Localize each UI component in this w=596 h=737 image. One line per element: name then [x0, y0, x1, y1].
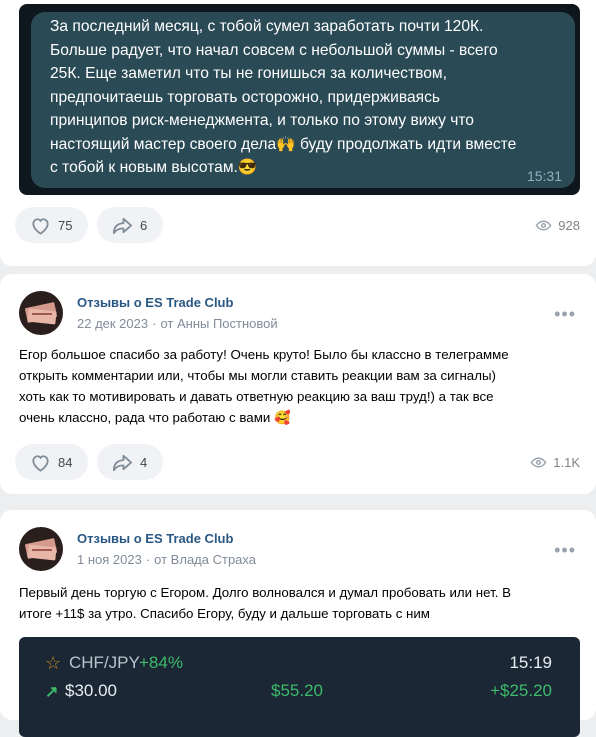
more-options-icon[interactable]: •••: [554, 540, 576, 561]
like-button[interactable]: 75: [15, 207, 88, 243]
banknote-graphic: [27, 308, 57, 325]
avatar[interactable]: [19, 291, 63, 335]
like-button[interactable]: 84: [15, 444, 88, 480]
share-button[interactable]: 4: [97, 444, 163, 480]
group-name-link[interactable]: Отзывы о ES Trade Club: [77, 295, 233, 310]
post-meta: 1 ноя 2023 · от Влада Страха: [77, 552, 256, 567]
views-counter: 928: [535, 207, 580, 243]
views-count: 1.1K: [553, 454, 580, 470]
payout-percent: +84%: [139, 653, 183, 672]
post-image[interactable]: За последний месяц, с тобой сумел зарабо…: [19, 4, 580, 195]
share-count: 6: [140, 217, 148, 233]
more-options-icon[interactable]: •••: [554, 304, 576, 325]
share-arrow-icon: [112, 454, 133, 471]
eye-icon: [530, 457, 547, 467]
separator: ·: [152, 316, 157, 331]
trade-time: 15:19: [509, 653, 552, 672]
views-counter: 1.1K: [530, 444, 580, 480]
post-date[interactable]: 1 ноя 2023: [77, 552, 142, 567]
post-text: Егор большое спасибо за работу! Очень кр…: [19, 347, 509, 425]
telegram-message-text: За последний месяц, с тобой сумел зарабо…: [50, 18, 517, 176]
banknote-graphic: [27, 544, 57, 561]
share-arrow-icon: [112, 217, 133, 234]
trade-amount: $30.00: [65, 681, 117, 700]
trade-payout: $55.20: [271, 681, 323, 700]
post-text: Первый день торгую с Егором. Долго волно…: [19, 585, 511, 621]
post-card: За последний месяц, с тобой сумел зарабо…: [0, 0, 596, 266]
views-count: 928: [558, 217, 580, 233]
arrow-up-right-icon: ↗: [45, 684, 59, 701]
post-author: от Анны Постновой: [160, 316, 278, 331]
avatar[interactable]: [19, 527, 63, 571]
post-card: Отзывы о ES Trade Club 22 дек 2023 · от Ан…: [0, 274, 596, 494]
post-date[interactable]: 22 дек 2023: [77, 316, 148, 331]
banknote-stripe: [32, 313, 52, 315]
share-button[interactable]: 6: [97, 207, 163, 243]
share-count: 4: [140, 454, 148, 470]
heart-icon: [32, 454, 49, 472]
banknote-stripe: [32, 549, 52, 551]
group-name-link[interactable]: Отзывы о ES Trade Club: [77, 531, 233, 546]
post-meta: 22 дек 2023 · от Анны Постновой: [77, 316, 278, 331]
star-icon: ☆: [45, 653, 62, 673]
heart-icon: [32, 217, 49, 235]
separator: ·: [145, 552, 151, 567]
post-card: Отзывы о ES Trade Club 1 ноя 2023 · от Вла…: [0, 510, 596, 737]
like-count: 75: [58, 217, 73, 233]
like-count: 84: [58, 454, 73, 470]
trade-profit: +$25.20: [490, 681, 552, 700]
telegram-message-time: 15:31: [526, 168, 562, 184]
eye-icon: [535, 220, 552, 230]
currency-pair: CHF/JPY: [69, 653, 140, 672]
trade-screenshot[interactable]: ☆ CHF/JPY +84% 15:19 ↗ $30.00 $55.20 +$2…: [19, 637, 580, 737]
post-author: от Влада Страха: [154, 552, 256, 567]
